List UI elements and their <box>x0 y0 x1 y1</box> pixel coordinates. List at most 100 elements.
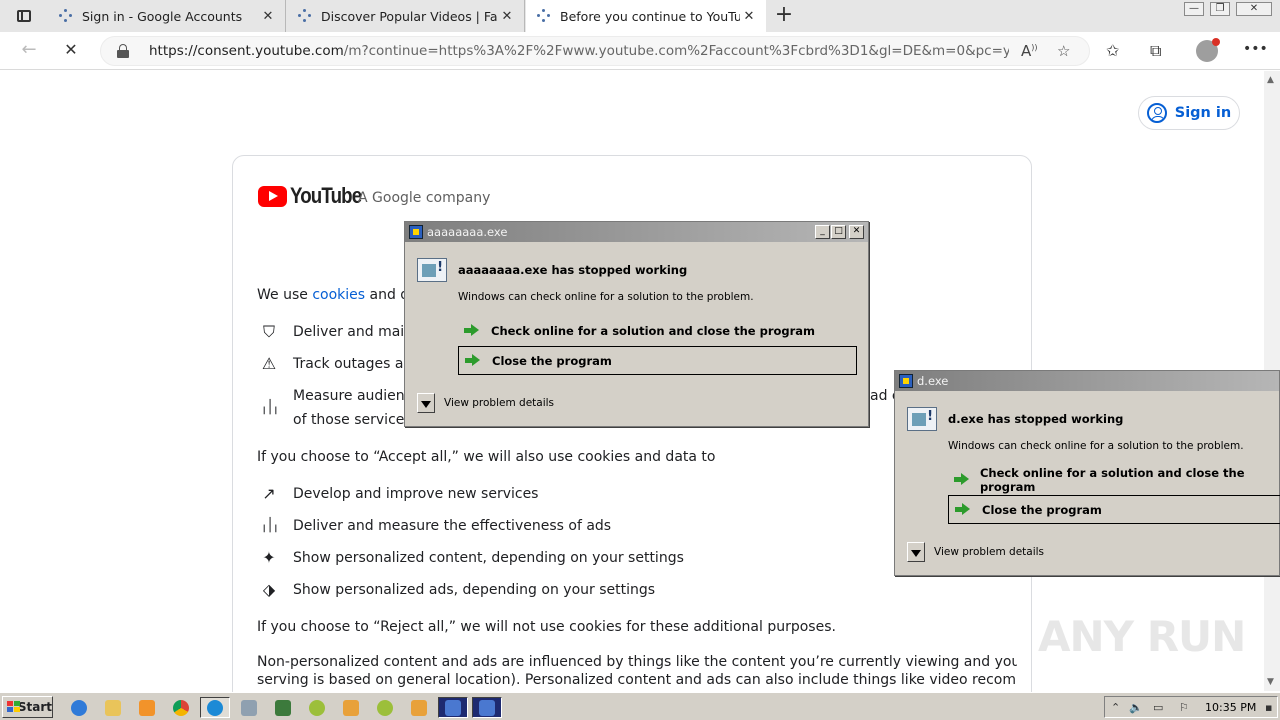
green-arrow-icon <box>464 324 479 337</box>
scroll-down-icon[interactable]: ▼ <box>1267 677 1274 687</box>
explorer-icon[interactable] <box>100 697 126 718</box>
expand-details-icon[interactable] <box>417 393 435 413</box>
tab-facebook-videos[interactable]: Discover Popular Videos | Facebook ✕ <box>287 0 525 32</box>
check-online-option[interactable]: Check online for a solution and close th… <box>948 465 1280 494</box>
loading-dots-icon <box>58 8 74 24</box>
taskbar-app-1[interactable] <box>234 697 264 718</box>
read-aloud-icon[interactable]: A)) <box>1021 42 1038 60</box>
scroll-up-icon[interactable]: ▲ <box>1267 75 1274 85</box>
list-item: Deliver and measure the effectiveness of… <box>293 518 612 534</box>
view-details-toggle[interactable]: View problem details <box>907 542 1044 562</box>
youtube-wordmark: YouTube <box>290 183 362 208</box>
check-online-option[interactable]: Check online for a solution and close th… <box>458 316 857 345</box>
tab-youtube-consent[interactable]: Before you continue to YouTube ✕ <box>526 0 766 32</box>
windows-flag-icon <box>7 700 20 714</box>
list-item-continuation: of those services <box>293 412 412 428</box>
tag-icon: ⬗ <box>262 580 276 599</box>
youtube-logo: YouTube <box>258 183 374 209</box>
lock-icon <box>117 44 129 58</box>
network-icon[interactable]: ▭ <box>1153 701 1163 714</box>
youtube-play-icon <box>258 185 287 207</box>
taskbar-app-3[interactable] <box>302 697 332 718</box>
expand-details-icon[interactable] <box>907 542 925 562</box>
volume-icon[interactable]: 🔈 <box>1129 701 1143 714</box>
dialog-title: aaaaaaaa.exe <box>427 225 508 239</box>
add-favorite-icon[interactable]: ☆ <box>1057 42 1070 60</box>
tab-actions-button[interactable] <box>8 6 40 26</box>
list-item: Track outages and <box>293 356 422 372</box>
warning-icon: ⚠ <box>261 354 277 373</box>
address-bar[interactable]: https://consent.youtube.com/m?continue=h… <box>100 36 1090 66</box>
favorites-icon[interactable]: ✩ <box>1106 41 1119 60</box>
trending-icon: ↗ <box>262 484 276 503</box>
close-window-button[interactable]: ✕ <box>1236 2 1272 16</box>
dialog-minimize-button[interactable]: _ <box>815 225 830 239</box>
sparkle-icon: ✦ <box>262 548 276 567</box>
dialog-subtext: Windows can check online for a solution … <box>458 291 754 303</box>
dialog-maximize-button[interactable]: □ <box>831 225 846 239</box>
error-dialog-d: d.exe d.exe has stopped working Windows … <box>894 370 1280 576</box>
logo-tagline: A Google company <box>358 190 491 206</box>
ie-icon[interactable] <box>66 697 92 718</box>
accept-all-intro: If you choose to “Accept all,” we will a… <box>257 449 716 465</box>
program-error-icon <box>907 407 937 431</box>
bar-chart-icon: ╷│╷ <box>260 518 279 533</box>
view-details-toggle[interactable]: View problem details <box>417 393 554 413</box>
cookies-link[interactable]: cookies <box>312 287 365 303</box>
non-personalized-line-1: Non-personalized content and ads are inf… <box>257 654 1017 670</box>
edge-taskbar-button[interactable] <box>200 697 230 718</box>
taskbar-error-dialog-1[interactable] <box>438 697 468 718</box>
taskbar-app-6[interactable] <box>404 697 434 718</box>
dialog-titlebar[interactable]: aaaaaaaa.exe _ □ ✕ <box>405 222 868 242</box>
windows-taskbar: Start ⌃ 🔈 ▭ ⚐ 10:35 PM ▪ <box>0 692 1280 720</box>
collections-icon[interactable]: ⧉ <box>1150 41 1161 61</box>
close-program-option[interactable]: Close the program <box>948 495 1280 524</box>
app-icon <box>899 374 913 388</box>
anyrun-watermark: ANY RUN <box>1038 612 1246 661</box>
stop-loading-icon[interactable]: ✕ <box>58 39 84 63</box>
action-center-flag-icon[interactable]: ⚐ <box>1179 701 1189 714</box>
list-item: Show personalized content, depending on … <box>293 550 684 566</box>
dialog-heading: d.exe has stopped working <box>948 412 1124 426</box>
start-button[interactable]: Start <box>2 696 53 718</box>
system-tray: ⌃ 🔈 ▭ ⚐ 10:35 PM ▪ <box>1104 696 1278 718</box>
dialog-close-button[interactable]: ✕ <box>849 225 864 239</box>
more-options-icon[interactable]: ••• <box>1243 41 1268 57</box>
close-program-option[interactable]: Close the program <box>458 346 857 375</box>
tab-close-icon[interactable]: ✕ <box>498 9 516 24</box>
show-hidden-icons-icon[interactable]: ⌃ <box>1111 701 1120 714</box>
back-arrow-icon[interactable]: ← <box>16 39 42 63</box>
tab-google-accounts[interactable]: Sign in - Google Accounts ✕ <box>48 0 286 32</box>
profile-avatar-icon[interactable] <box>1196 38 1220 62</box>
dialog-titlebar[interactable]: d.exe <box>895 371 1279 391</box>
tab-title: Discover Popular Videos | Facebook <box>321 8 498 24</box>
tab-actions-icon <box>17 10 31 22</box>
show-desktop-icon[interactable]: ▪ <box>1265 701 1272 714</box>
loading-dots-icon <box>536 8 552 24</box>
list-item: Show personalized ads, depending on your… <box>293 582 656 598</box>
taskbar-error-dialog-2[interactable] <box>472 697 502 718</box>
loading-dots-icon <box>297 8 313 24</box>
shield-icon: ⛉ <box>262 322 275 341</box>
new-tab-button[interactable]: + <box>772 4 796 28</box>
app-icon <box>409 225 423 239</box>
taskbar-app-5[interactable] <box>370 697 400 718</box>
tab-title: Before you continue to YouTube <box>560 8 740 24</box>
taskbar-app-4[interactable] <box>336 697 366 718</box>
cookies-intro: We use cookies and dat <box>257 287 424 303</box>
non-personalized-line-2: serving is based on general location). P… <box>257 672 1017 688</box>
minimize-window-button[interactable]: — <box>1184 2 1204 16</box>
account-icon <box>1146 103 1167 123</box>
green-arrow-icon <box>955 503 970 516</box>
media-player-icon[interactable] <box>134 697 160 718</box>
sign-in-button[interactable]: Sign in <box>1138 96 1240 130</box>
tab-close-icon[interactable]: ✕ <box>259 9 277 24</box>
dialog-title: d.exe <box>917 374 949 388</box>
chrome-icon[interactable] <box>168 697 194 718</box>
browser-toolbar: ← ✕ https://consent.youtube.com/m?contin… <box>0 32 1280 70</box>
restore-window-button[interactable]: ❐ <box>1210 2 1230 16</box>
taskbar-app-2[interactable] <box>268 697 298 718</box>
tab-title: Sign in - Google Accounts <box>82 8 243 24</box>
tab-close-icon[interactable]: ✕ <box>740 9 758 24</box>
clock[interactable]: 10:35 PM <box>1205 701 1256 714</box>
